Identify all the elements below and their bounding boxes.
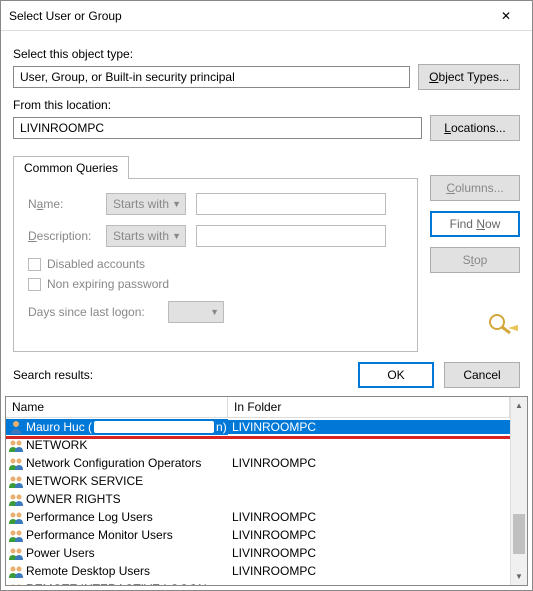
user-icon <box>8 419 24 435</box>
cancel-button[interactable]: Cancel <box>444 362 520 388</box>
cell-folder: LIVINROOMPC <box>228 546 510 560</box>
object-type-label: Select this object type: <box>13 47 520 61</box>
chevron-down-icon: ▼ <box>172 231 181 241</box>
column-header-name[interactable]: Name <box>6 397 228 417</box>
checkbox-icon <box>28 278 41 291</box>
days-since-combo[interactable]: ▼ <box>168 301 224 323</box>
cell-name: REMOTE INTERACTIVE LOGON <box>6 581 228 585</box>
days-since-label: Days since last logon: <box>28 305 158 319</box>
group-icon <box>8 473 24 489</box>
common-queries-pane: Name: Starts with▼ Description: Starts w… <box>13 178 418 352</box>
ok-button[interactable]: OK <box>358 362 434 388</box>
table-row[interactable]: Power UsersLIVINROOMPC <box>6 544 510 562</box>
group-icon <box>8 491 24 507</box>
group-icon <box>8 437 24 453</box>
group-icon <box>8 527 24 543</box>
cell-name: NETWORK <box>6 437 228 453</box>
cell-name: Remote Desktop Users <box>6 563 228 579</box>
results-listview[interactable]: Name In Folder Mauro Huc (n)LIVINROOMPCN… <box>5 396 528 586</box>
redacted-text <box>94 421 214 433</box>
scroll-track[interactable] <box>511 414 527 568</box>
name-label: Name: <box>28 197 96 211</box>
table-row[interactable]: Network Configuration OperatorsLIVINROOM… <box>6 454 510 472</box>
group-icon <box>8 545 24 561</box>
cell-name: Network Configuration Operators <box>6 455 228 471</box>
content-area: Select this object type: User, Group, or… <box>1 31 532 392</box>
object-types-button[interactable]: Object Types... <box>418 64 520 90</box>
cell-name: NETWORK SERVICE <box>6 473 228 489</box>
cell-name: Performance Log Users <box>6 509 228 525</box>
columns-button[interactable]: Columns... <box>430 175 520 201</box>
column-header-folder[interactable]: In Folder <box>228 397 510 417</box>
column-headers: Name In Folder <box>6 397 510 418</box>
object-type-input[interactable]: User, Group, or Built-in security princi… <box>13 66 410 88</box>
scroll-up-icon[interactable]: ▲ <box>511 397 527 414</box>
table-row[interactable]: Remote Desktop UsersLIVINROOMPC <box>6 562 510 580</box>
cell-name: OWNER RIGHTS <box>6 491 228 507</box>
query-tabhost: Common Queries Name: Starts with▼ Descri… <box>13 155 418 352</box>
dialog-window: Select User or Group ✕ Select this objec… <box>0 0 533 591</box>
cell-folder: LIVINROOMPC <box>228 564 510 578</box>
cell-folder: LIVINROOMPC <box>228 420 510 434</box>
non-expiring-checkbox[interactable]: Non expiring password <box>28 277 403 291</box>
table-row[interactable]: REMOTE INTERACTIVE LOGON <box>6 580 510 585</box>
description-input[interactable] <box>196 225 386 247</box>
group-icon <box>8 581 24 585</box>
location-input[interactable]: LIVINROOMPC <box>13 117 422 139</box>
titlebar: Select User or Group ✕ <box>1 1 532 31</box>
cell-folder: LIVINROOMPC <box>228 510 510 524</box>
from-location-label: From this location: <box>13 98 520 112</box>
cell-name: Mauro Huc (n) <box>6 419 228 435</box>
chevron-down-icon: ▼ <box>172 199 181 209</box>
name-mode-combo[interactable]: Starts with▼ <box>106 193 186 215</box>
cell-folder: LIVINROOMPC <box>228 456 510 470</box>
stop-button[interactable]: Stop <box>430 247 520 273</box>
cell-name: Power Users <box>6 545 228 561</box>
scroll-thumb[interactable] <box>513 514 525 554</box>
chevron-down-icon: ▼ <box>210 307 219 317</box>
search-results-label: Search results: <box>13 368 348 382</box>
close-icon: ✕ <box>501 9 511 23</box>
checkbox-icon <box>28 258 41 271</box>
name-input[interactable] <box>196 193 386 215</box>
search-icon <box>484 311 520 337</box>
locations-button[interactable]: Locations... <box>430 115 520 141</box>
cell-name: Performance Monitor Users <box>6 527 228 543</box>
disabled-accounts-checkbox[interactable]: Disabled accounts <box>28 257 403 271</box>
vertical-scrollbar[interactable]: ▲ ▼ <box>510 397 527 585</box>
find-now-button[interactable]: Find Now <box>430 211 520 237</box>
table-row[interactable]: Performance Log UsersLIVINROOMPC <box>6 508 510 526</box>
table-row[interactable]: Performance Monitor UsersLIVINROOMPC <box>6 526 510 544</box>
side-buttons: Columns... Find Now Stop <box>430 155 520 352</box>
results-rows: Mauro Huc (n)LIVINROOMPCNETWORKNetwork C… <box>6 418 510 585</box>
cell-folder: LIVINROOMPC <box>228 528 510 542</box>
group-icon <box>8 455 24 471</box>
tab-common-queries[interactable]: Common Queries <box>13 156 129 179</box>
description-mode-combo[interactable]: Starts with▼ <box>106 225 186 247</box>
table-row[interactable]: Mauro Huc (n)LIVINROOMPC <box>6 418 510 436</box>
group-icon <box>8 509 24 525</box>
table-row[interactable]: NETWORK SERVICE <box>6 472 510 490</box>
dialog-title: Select User or Group <box>9 9 488 23</box>
table-row[interactable]: OWNER RIGHTS <box>6 490 510 508</box>
close-button[interactable]: ✕ <box>488 2 524 30</box>
description-label: Description: <box>28 229 96 243</box>
group-icon <box>8 563 24 579</box>
table-row[interactable]: NETWORK <box>6 436 510 454</box>
scroll-down-icon[interactable]: ▼ <box>511 568 527 585</box>
